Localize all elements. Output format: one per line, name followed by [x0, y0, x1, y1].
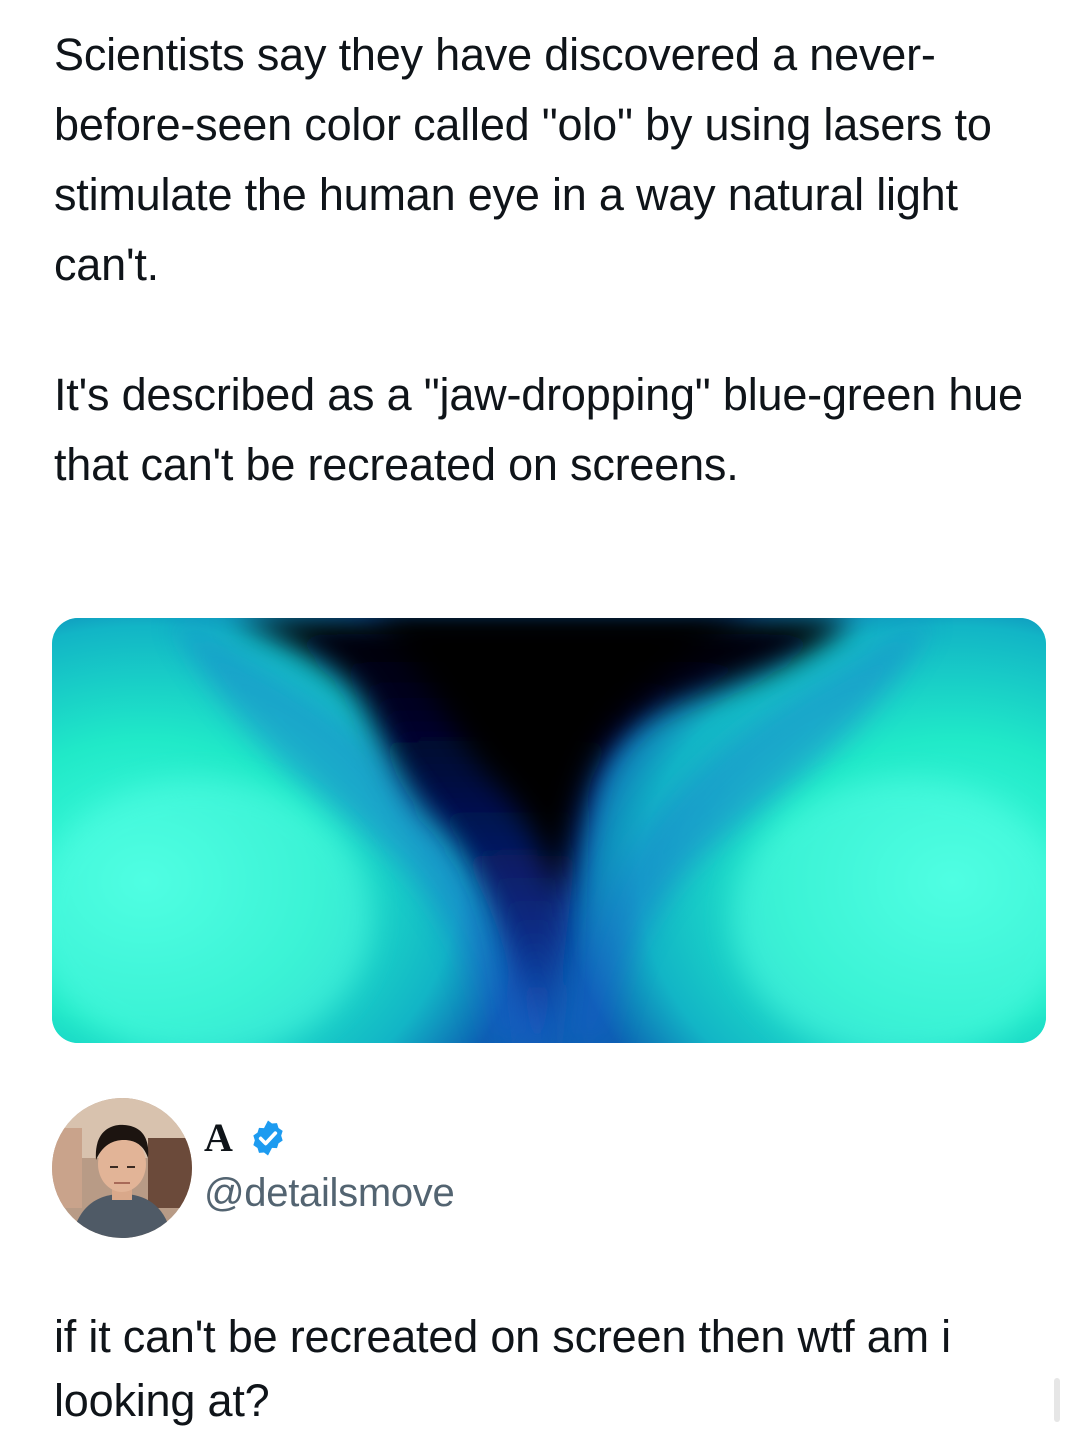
post-paragraph-2: It's described as a "jaw-dropping" blue-…: [54, 369, 1023, 490]
reply-author-header: A @detailsmove: [52, 1098, 752, 1238]
avatar-image: [52, 1098, 192, 1238]
post-image-olo-color[interactable]: [52, 618, 1046, 1043]
scrollbar[interactable]: [1054, 1378, 1060, 1422]
olo-color-image: [52, 618, 1046, 1043]
verified-badge-icon: [253, 1120, 283, 1156]
reply-text: if it can't be recreated on screen then …: [54, 1311, 951, 1426]
author-handle[interactable]: @detailsmove: [204, 1170, 455, 1216]
post-paragraph-1: Scientists say they have discovered a ne…: [54, 29, 992, 290]
author-avatar[interactable]: [52, 1098, 192, 1238]
author-display-name[interactable]: A: [204, 1116, 233, 1160]
